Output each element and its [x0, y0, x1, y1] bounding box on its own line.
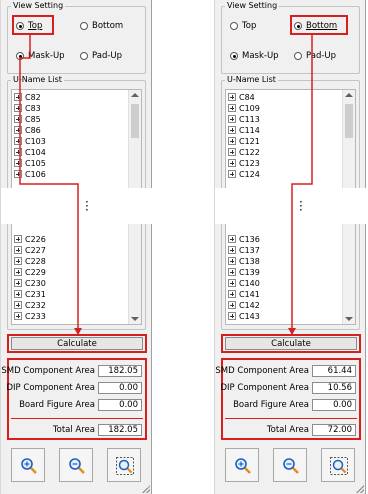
right-arrowhead-icon	[288, 328, 296, 335]
right-connector-arrow	[291, 34, 313, 334]
left-arrowhead-icon	[74, 328, 82, 335]
left-connector-arrow	[19, 34, 79, 334]
annotation-arrows	[19, 34, 313, 335]
